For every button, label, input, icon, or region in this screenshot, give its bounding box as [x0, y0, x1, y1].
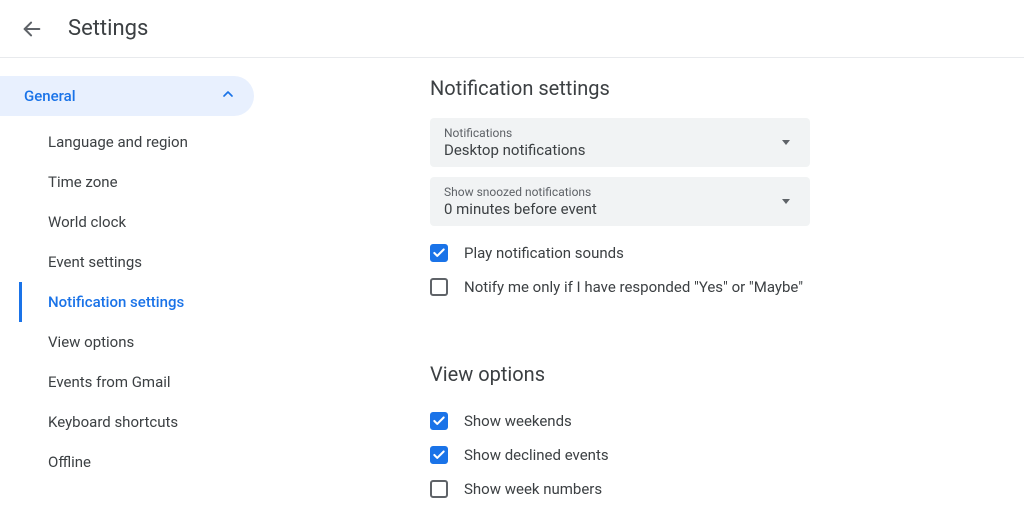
- section-title-view-options: View options: [430, 362, 984, 386]
- show-weekends-checkbox[interactable]: Show weekends: [430, 404, 984, 438]
- main-panel: Notification settings Notifications Desk…: [260, 76, 1024, 506]
- checkbox-label: Play notification sounds: [464, 244, 624, 262]
- dropdown-label: Notifications: [444, 126, 585, 140]
- header: Settings: [0, 0, 1024, 58]
- arrow-left-icon: [21, 18, 43, 40]
- content: General Language and region Time zone Wo…: [0, 58, 1024, 506]
- sidebar-item-label: View options: [48, 333, 134, 351]
- chevron-up-icon: [220, 86, 236, 106]
- sidebar-item-world-clock[interactable]: World clock: [19, 202, 260, 242]
- sidebar-item-events-from-gmail[interactable]: Events from Gmail: [19, 362, 260, 402]
- caret-down-icon: [782, 140, 790, 145]
- checkbox-label: Show declined events: [464, 446, 609, 464]
- show-declined-checkbox[interactable]: Show declined events: [430, 438, 984, 472]
- sidebar-item-language-and-region[interactable]: Language and region: [19, 122, 260, 162]
- sidebar-item-event-settings[interactable]: Event settings: [19, 242, 260, 282]
- sidebar-item-time-zone[interactable]: Time zone: [19, 162, 260, 202]
- sidebar-item-label: World clock: [48, 213, 126, 231]
- sidebar-item-label: Time zone: [48, 173, 118, 191]
- checkbox-icon: [430, 480, 448, 498]
- sidebar-item-view-options[interactable]: View options: [19, 322, 260, 362]
- sidebar-group-label: General: [24, 87, 76, 105]
- dropdown-label: Show snoozed notifications: [444, 185, 597, 199]
- sidebar-item-label: Event settings: [48, 253, 142, 271]
- sidebar-item-label: Keyboard shortcuts: [48, 413, 178, 431]
- sidebar-item-notification-settings[interactable]: Notification settings: [19, 282, 260, 322]
- sidebar: General Language and region Time zone Wo…: [0, 76, 260, 506]
- checkbox-label: Show weekends: [464, 412, 572, 430]
- checkbox-label: Show week numbers: [464, 480, 602, 498]
- checkbox-icon: [430, 446, 448, 464]
- notify-only-responded-checkbox[interactable]: Notify me only if I have responded "Yes"…: [430, 270, 984, 304]
- snoozed-notifications-dropdown[interactable]: Show snoozed notifications 0 minutes bef…: [430, 177, 810, 226]
- sidebar-group-general[interactable]: General: [0, 76, 254, 116]
- sidebar-item-label: Events from Gmail: [48, 373, 171, 391]
- checkbox-label: Notify me only if I have responded "Yes"…: [464, 278, 803, 296]
- back-button[interactable]: [20, 17, 44, 41]
- dropdown-value: Desktop notifications: [444, 141, 585, 159]
- page-title: Settings: [68, 16, 148, 41]
- section-title-notification: Notification settings: [430, 76, 984, 100]
- dropdown-value: 0 minutes before event: [444, 200, 597, 218]
- sidebar-item-offline[interactable]: Offline: [19, 442, 260, 482]
- checkbox-icon: [430, 278, 448, 296]
- sidebar-item-label: Offline: [48, 453, 91, 471]
- sidebar-list: Language and region Time zone World cloc…: [0, 122, 260, 482]
- play-sounds-checkbox[interactable]: Play notification sounds: [430, 236, 984, 270]
- checkbox-icon: [430, 412, 448, 430]
- caret-down-icon: [782, 199, 790, 204]
- checkbox-icon: [430, 244, 448, 262]
- sidebar-item-label: Notification settings: [48, 293, 184, 311]
- sidebar-item-label: Language and region: [48, 133, 188, 151]
- notifications-dropdown[interactable]: Notifications Desktop notifications: [430, 118, 810, 167]
- show-week-numbers-checkbox[interactable]: Show week numbers: [430, 472, 984, 506]
- sidebar-item-keyboard-shortcuts[interactable]: Keyboard shortcuts: [19, 402, 260, 442]
